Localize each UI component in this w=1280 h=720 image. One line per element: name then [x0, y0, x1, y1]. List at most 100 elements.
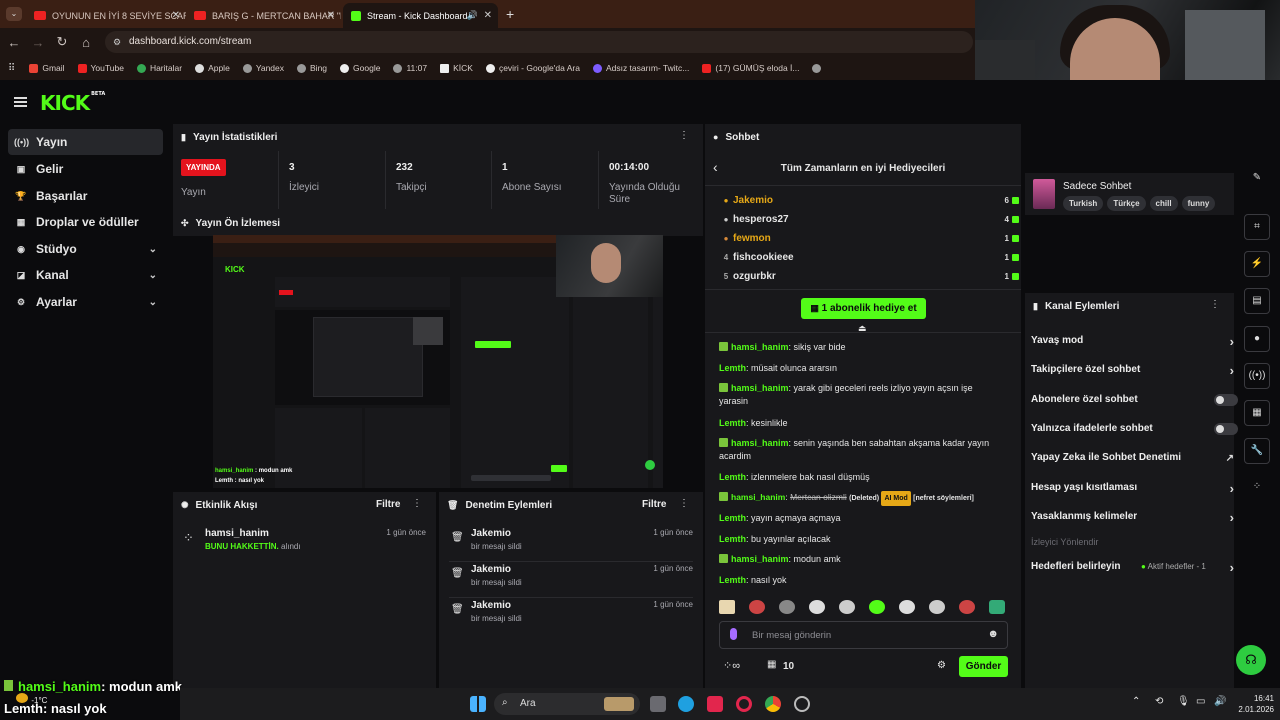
gifter-row[interactable]: ● Jakemio 6 — [719, 191, 1019, 209]
microphone-icon[interactable] — [730, 628, 737, 640]
reload-icon[interactable]: ↻ — [50, 34, 74, 50]
new-tab-button[interactable]: + — [506, 6, 514, 22]
bookmark[interactable]: Bing — [297, 63, 327, 73]
filter-button[interactable]: Filtre — [642, 499, 666, 510]
clipboard-icon[interactable]: ▤ — [1244, 288, 1270, 314]
url-field[interactable]: ⚙ dashboard.kick.com/stream — [105, 31, 973, 53]
browser-tab[interactable]: BARIŞ G - MERTCAN BAHAR "E ✕ — [186, 3, 341, 28]
group-icon[interactable]: ⁘ — [1244, 475, 1270, 501]
bookmark[interactable]: Haritalar — [136, 63, 182, 73]
lightning-icon[interactable]: ⚡ — [1244, 251, 1270, 277]
browser-tab[interactable]: OYUNUN EN İYİ 8 SEVİYE SCAR ✕ — [26, 3, 186, 28]
home-icon[interactable]: ⌂ — [74, 35, 98, 50]
emote-icon[interactable] — [989, 600, 1005, 614]
support-button[interactable]: ☊ — [1236, 645, 1266, 675]
tag-chip[interactable]: funny — [1181, 196, 1216, 211]
gifter-row[interactable]: ● hesperos27 4 — [719, 210, 1019, 228]
chat-settings-icon[interactable]: ⚙ — [937, 660, 946, 671]
bookmark[interactable]: Apple — [195, 63, 230, 73]
bookmark[interactable]: çeviri - Google'da Ara — [485, 63, 580, 73]
bookmark[interactable]: (17) GÜMÜŞ eloda İ... — [702, 63, 799, 73]
banned-words-row[interactable]: Yasaklanmış kelimeler › — [1031, 510, 1234, 529]
browser-tab-active[interactable]: Stream - Kick Dashboard 🔊 ✕ — [343, 3, 498, 28]
apps-icon[interactable]: ⠿ — [8, 63, 15, 74]
emotes-only-toggle[interactable] — [1214, 423, 1238, 435]
gifter-row[interactable]: 5 ozgurbkr 1 — [719, 267, 1019, 285]
goals-row[interactable]: Hedefleri belirleyin ● Aktif hedefler - … — [1031, 560, 1234, 579]
emote-icon[interactable] — [869, 600, 885, 614]
bookmark[interactable] — [812, 63, 825, 73]
emote-icon[interactable] — [959, 600, 975, 614]
sidebar-item-ayarlar[interactable]: ⚙ Ayarlar ⌄ — [8, 289, 163, 315]
account-age-row[interactable]: Hesap yaşı kısıtlaması › — [1031, 481, 1234, 500]
task-view-icon[interactable] — [650, 696, 666, 712]
ai-moderation-row[interactable]: Yapay Zeka ile Sohbet Denetimi ↗ — [1031, 452, 1234, 470]
windows-start-icon[interactable] — [470, 696, 486, 712]
forward-icon[interactable]: → — [26, 35, 50, 50]
more-options-icon[interactable]: ⋮ — [412, 498, 422, 509]
tab-list-button[interactable]: ⌄ — [6, 7, 22, 21]
emote-icon[interactable] — [809, 600, 825, 614]
close-tab-icon[interactable]: ✕ — [172, 10, 180, 21]
sidebar-item-basarilar[interactable]: 🏆 Başarılar — [8, 183, 163, 209]
music-app-icon[interactable] — [707, 696, 723, 712]
sidebar-item-yayin[interactable]: ((•)) Yayın — [8, 129, 163, 155]
bookmark[interactable]: Gmail — [29, 63, 65, 73]
sidebar-item-gelir[interactable]: ▣ Gelir — [8, 156, 163, 182]
emote-icon[interactable] — [779, 600, 795, 614]
volume-icon[interactable]: 🔊 — [1214, 696, 1226, 707]
sidebar-item-studyo[interactable]: ◉ Stüdyo ⌄ — [8, 236, 163, 262]
speaker-icon[interactable]: 🔊 — [467, 10, 478, 21]
emote-icon[interactable] — [929, 600, 945, 614]
emote-icon[interactable] — [719, 600, 735, 614]
gifter-row[interactable]: ● fewmon 1 — [719, 229, 1019, 247]
chat-input[interactable]: Bir mesaj gönderin ☻ — [719, 621, 1008, 649]
send-button[interactable]: Gönder — [959, 656, 1008, 677]
emote-icon[interactable] — [839, 600, 855, 614]
bookmark[interactable]: KİCK — [440, 63, 473, 73]
points-icon[interactable]: ⁘∞ — [723, 659, 740, 672]
gift-subscription-button[interactable]: ▦ 1 abonelik hediye et — [801, 298, 926, 319]
slow-mode-row[interactable]: Yavaş mod › — [1031, 334, 1234, 353]
tray-chevron-icon[interactable]: ⌃ — [1132, 696, 1140, 707]
chrome-icon[interactable] — [765, 696, 781, 712]
bookmark[interactable]: Yandex — [242, 63, 284, 73]
broadcast-icon[interactable]: ((•)) — [1244, 363, 1270, 389]
emoji-icon[interactable]: ☻ — [987, 628, 999, 640]
server-icon[interactable]: ▦ — [1244, 400, 1270, 426]
bookmark[interactable]: YouTube — [77, 63, 124, 73]
weather-widget[interactable]: -1°C — [16, 692, 47, 706]
filter-button[interactable]: Filtre — [376, 499, 400, 510]
gifter-row[interactable]: 4 fishcookieee 1 — [719, 248, 1019, 266]
tag-chip[interactable]: Turkish — [1063, 196, 1104, 211]
sidebar-item-droplar[interactable]: ▦ Droplar ve ödüller — [8, 209, 163, 235]
kick-logo[interactable]: KICK BETA — [40, 91, 105, 115]
emote-icon[interactable] — [899, 600, 915, 614]
followers-only-row[interactable]: Takipçilere özel sohbet › — [1031, 363, 1234, 382]
menu-icon[interactable] — [14, 97, 27, 107]
edge-icon[interactable] — [678, 696, 694, 712]
app-icon[interactable] — [794, 696, 810, 712]
wrench-icon[interactable]: 🔧 — [1244, 438, 1270, 464]
more-options-icon[interactable]: ⋮ — [679, 498, 689, 509]
bookmark[interactable]: Google — [340, 63, 380, 73]
clock[interactable]: 16:41 2.01.2026 — [1232, 693, 1274, 715]
close-tab-icon[interactable]: ✕ — [484, 10, 492, 21]
site-info-icon[interactable]: ⚙ — [113, 31, 121, 53]
stream-preview-video[interactable]: KICK hamsi_hanim : modun amk Lemth : nas… — [213, 235, 663, 488]
subscribers-only-toggle[interactable] — [1214, 394, 1238, 406]
tag-chip[interactable]: chill — [1149, 196, 1178, 211]
more-options-icon[interactable]: ⋮ — [679, 130, 689, 141]
bookmark[interactable]: 11:07 — [393, 63, 427, 73]
emote-icon[interactable] — [749, 600, 765, 614]
bookmark[interactable]: Adsız tasarım- Twitc... — [592, 63, 689, 73]
edit-icon[interactable]: ✎ — [1244, 166, 1270, 192]
tag-chip[interactable]: Türkçe — [1107, 196, 1146, 211]
more-options-icon[interactable]: ⋮ — [1210, 299, 1220, 310]
close-tab-icon[interactable]: ✕ — [327, 10, 335, 21]
capture-icon[interactable]: ⌗ — [1244, 214, 1270, 240]
sidebar-item-kanal[interactable]: ◪ Kanal ⌄ — [8, 262, 163, 288]
opera-icon[interactable] — [736, 696, 752, 712]
chat-bubble-icon[interactable]: ● — [1244, 326, 1270, 352]
microphone-tray-icon[interactable]: 🎙 — [1177, 696, 1190, 707]
